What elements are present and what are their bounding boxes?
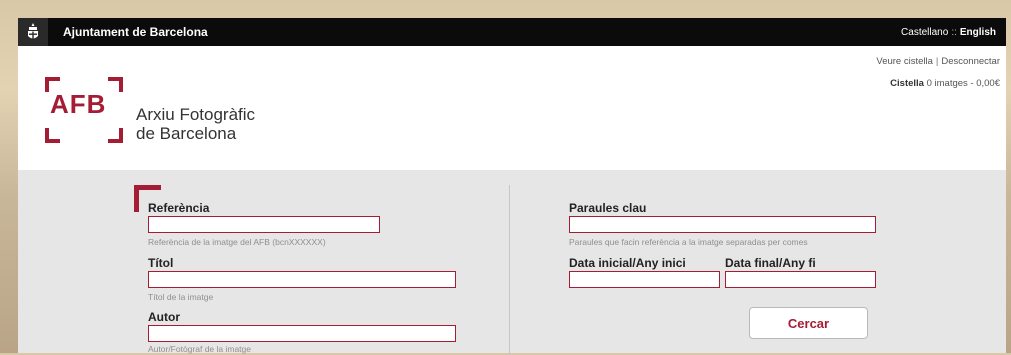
logo-corner-top-right [108, 77, 123, 92]
paraules-clau-hint: Paraules que facin referència a la imatg… [569, 237, 808, 247]
referencia-hint: Referència de la imatge del AFB (bcnXXXX… [148, 237, 326, 247]
user-links-separator: | [935, 56, 939, 67]
paraules-clau-label: Paraules clau [569, 201, 647, 215]
logo-text: AFB [50, 89, 107, 119]
cart-info: 0 imatges - 0,00€ [926, 78, 1000, 89]
form-divider [509, 185, 510, 355]
data-final-input[interactable] [725, 271, 876, 288]
referencia-label: Referència [148, 201, 210, 215]
titol-label: Títol [148, 256, 174, 270]
titol-input[interactable] [148, 271, 456, 288]
data-inicial-input[interactable] [569, 271, 720, 288]
archive-name: Arxiu Fotogràfic de Barcelona [136, 105, 255, 143]
autor-label: Autor [148, 310, 180, 324]
cart-label: Cistella [890, 78, 924, 89]
archive-name-line1: Arxiu Fotogràfic [136, 105, 256, 124]
paraules-clau-input[interactable] [569, 216, 876, 233]
header: AFB Arxiu Fotogràfic de Barcelona Veure … [18, 46, 1006, 170]
logo-corner-bottom-left [45, 128, 60, 143]
user-links: Veure cistella | Desconnectar [876, 56, 1000, 67]
lang-separator: :: [951, 26, 957, 38]
ajuntament-link[interactable]: Ajuntament de Barcelona [63, 25, 208, 39]
barcelona-seal-icon[interactable] [18, 18, 48, 46]
archive-name-line2: de Barcelona [136, 124, 237, 143]
disconnect-link[interactable]: Desconnectar [941, 56, 1000, 67]
top-bar: Ajuntament de Barcelona Castellano :: En… [18, 18, 1006, 46]
lang-english-link[interactable]: English [960, 27, 996, 38]
data-final-label: Data final/Any fi [725, 256, 816, 270]
lang-castellano-link[interactable]: Castellano [901, 27, 948, 38]
cart-summary: Cistella 0 imatges - 0,00€ [890, 78, 1000, 89]
language-switcher: Castellano :: English [901, 27, 996, 38]
autor-input[interactable] [148, 325, 456, 342]
search-form: Referència Referència de la imatge del A… [18, 170, 1006, 355]
titol-hint: Títol de la imatge [148, 292, 214, 302]
afb-logo[interactable]: AFB [45, 77, 123, 143]
logo-corner-bottom-right [108, 128, 123, 143]
data-inicial-label: Data inicial/Any inici [569, 256, 686, 270]
view-cart-link[interactable]: Veure cistella [876, 56, 933, 67]
referencia-input[interactable] [148, 216, 380, 233]
search-button[interactable]: Cercar [749, 307, 868, 339]
